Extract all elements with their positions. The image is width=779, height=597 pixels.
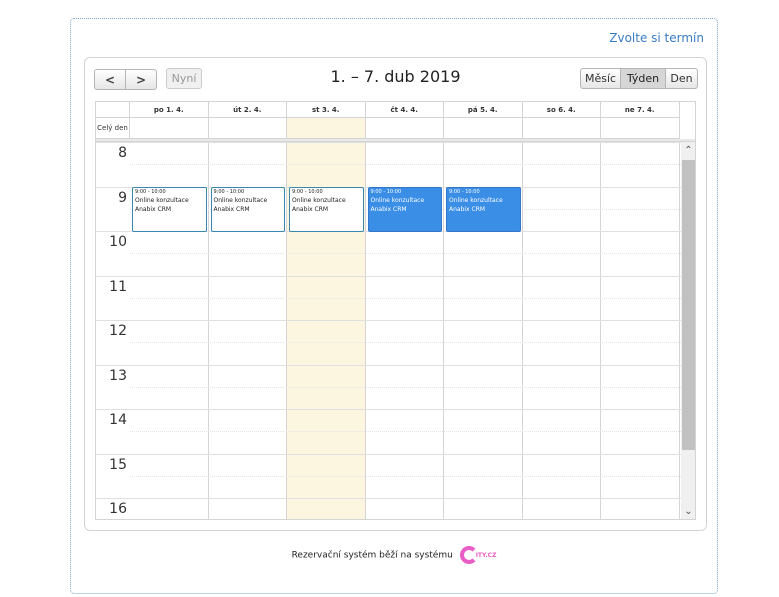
view-week-button[interactable]: Týden xyxy=(620,68,666,89)
calendar: < > Nyní 1. – 7. dub 2019 Měsíc Týden De… xyxy=(84,57,707,531)
allday-cell[interactable] xyxy=(208,118,287,139)
day-header: pá 5. 4. xyxy=(444,102,523,118)
allday-cell[interactable] xyxy=(522,118,601,139)
booking-panel: Zvolte si termín < > Nyní 1. – 7. dub 20… xyxy=(70,18,718,594)
event-subtitle: Anabix CRM xyxy=(213,206,250,213)
hour-label: 9 xyxy=(118,189,127,206)
hour-line xyxy=(130,498,681,499)
hour-label: 16 xyxy=(109,501,127,517)
hour-gutter-line xyxy=(96,231,130,232)
hour-label: 12 xyxy=(109,323,127,339)
allday-cell[interactable] xyxy=(130,118,209,139)
day-header: po 1. 4. xyxy=(130,102,209,118)
half-hour-line xyxy=(130,253,681,255)
day-column[interactable] xyxy=(523,142,601,519)
event-title: Online konzultace xyxy=(292,197,346,204)
event-subtitle: Anabix CRM xyxy=(292,206,329,213)
event-subtitle: Anabix CRM xyxy=(370,206,407,213)
allday-cell[interactable] xyxy=(444,118,523,139)
city-logo[interactable]: ITY.CZ xyxy=(459,546,497,564)
footer: Rezervační systém běží na systému ITY.CZ xyxy=(71,546,717,564)
event-block[interactable]: 9:00 - 10:00 Online konzultace Anabix CRM xyxy=(132,187,207,232)
view-day-button[interactable]: Den xyxy=(665,68,698,89)
event-block[interactable]: 9:00 - 10:00 Online konzultace Anabix CRM xyxy=(210,187,285,232)
scroll-down-icon[interactable]: ⌄ xyxy=(681,504,695,519)
hour-line xyxy=(130,142,681,143)
day-column[interactable] xyxy=(601,142,680,519)
hour-gutter-line xyxy=(96,409,130,410)
half-hour-line xyxy=(130,386,681,388)
hour-label: 10 xyxy=(109,234,127,250)
event-block[interactable]: 9:00 - 10:00 Online konzultace Anabix CRM xyxy=(367,187,442,232)
hour-label: 13 xyxy=(109,367,127,384)
event-block[interactable]: 9:00 - 10:00 Online konzultace Anabix CRM xyxy=(289,187,364,232)
hour-line xyxy=(130,453,681,455)
event-subtitle: Anabix CRM xyxy=(135,206,172,213)
event-subtitle: Anabix CRM xyxy=(449,206,486,213)
hour-gutter-line xyxy=(96,142,130,143)
half-hour-line xyxy=(130,164,681,166)
hour-line xyxy=(130,364,681,366)
city-logo-text: ITY.CZ xyxy=(475,551,497,559)
allday-cell[interactable] xyxy=(287,118,366,139)
half-hour-line xyxy=(130,297,681,299)
week-grid: Celý den 8 9 10 11 12 13 14 15 16 9:00 - 10:00 Onl… xyxy=(95,101,696,520)
view-month-button[interactable]: Měsíc xyxy=(580,68,621,89)
footer-text: Rezervační systém běží na systému xyxy=(291,550,453,561)
hour-gutter-line xyxy=(96,453,130,455)
hour-gutter-line xyxy=(96,320,130,321)
hour-line xyxy=(130,320,681,321)
hour-gutter-line xyxy=(96,364,130,366)
day-header: čt 4. 4. xyxy=(365,102,444,118)
day-header: út 2. 4. xyxy=(208,102,287,118)
event-title: Online konzultace xyxy=(135,197,189,204)
half-hour-line xyxy=(130,342,681,344)
hour-line xyxy=(130,409,681,410)
hour-label: 8 xyxy=(118,145,127,161)
vertical-scrollbar[interactable]: ⌃ ⌄ xyxy=(681,142,695,519)
half-hour-line xyxy=(130,475,681,477)
allday-label: Celý den xyxy=(96,118,130,139)
half-hour-line xyxy=(130,431,681,433)
event-title: Online konzultace xyxy=(370,197,425,204)
event-time: 9:00 - 10:00 xyxy=(370,189,402,195)
day-header: st 3. 4. xyxy=(287,102,366,118)
event-title: Online konzultace xyxy=(213,197,268,204)
event-time: 9:00 - 10:00 xyxy=(292,189,323,195)
choose-term-link[interactable]: Zvolte si termín xyxy=(609,31,704,45)
event-time: 9:00 - 10:00 xyxy=(213,189,245,195)
hour-line xyxy=(130,275,681,277)
event-block[interactable]: 9:00 - 10:00 Online konzultace Anabix CRM xyxy=(446,187,521,232)
event-time: 9:00 - 10:00 xyxy=(135,189,166,195)
event-title: Online konzultace xyxy=(449,197,503,204)
event-time: 9:00 - 10:00 xyxy=(449,189,480,195)
hour-label: 14 xyxy=(109,412,127,428)
allday-cell[interactable] xyxy=(601,118,680,139)
day-header: so 6. 4. xyxy=(522,102,601,118)
day-header: ne 7. 4. xyxy=(601,102,680,118)
hour-gutter-line xyxy=(96,186,130,188)
scroll-thumb[interactable] xyxy=(682,160,695,450)
hour-gutter-line xyxy=(96,498,130,499)
hour-gutter-line xyxy=(96,275,130,277)
hour-label: 15 xyxy=(109,456,127,473)
header-gutter xyxy=(96,102,130,118)
scroll-up-icon[interactable]: ⌃ xyxy=(681,143,695,159)
hour-label: 11 xyxy=(109,278,127,295)
allday-cell[interactable] xyxy=(365,118,444,139)
